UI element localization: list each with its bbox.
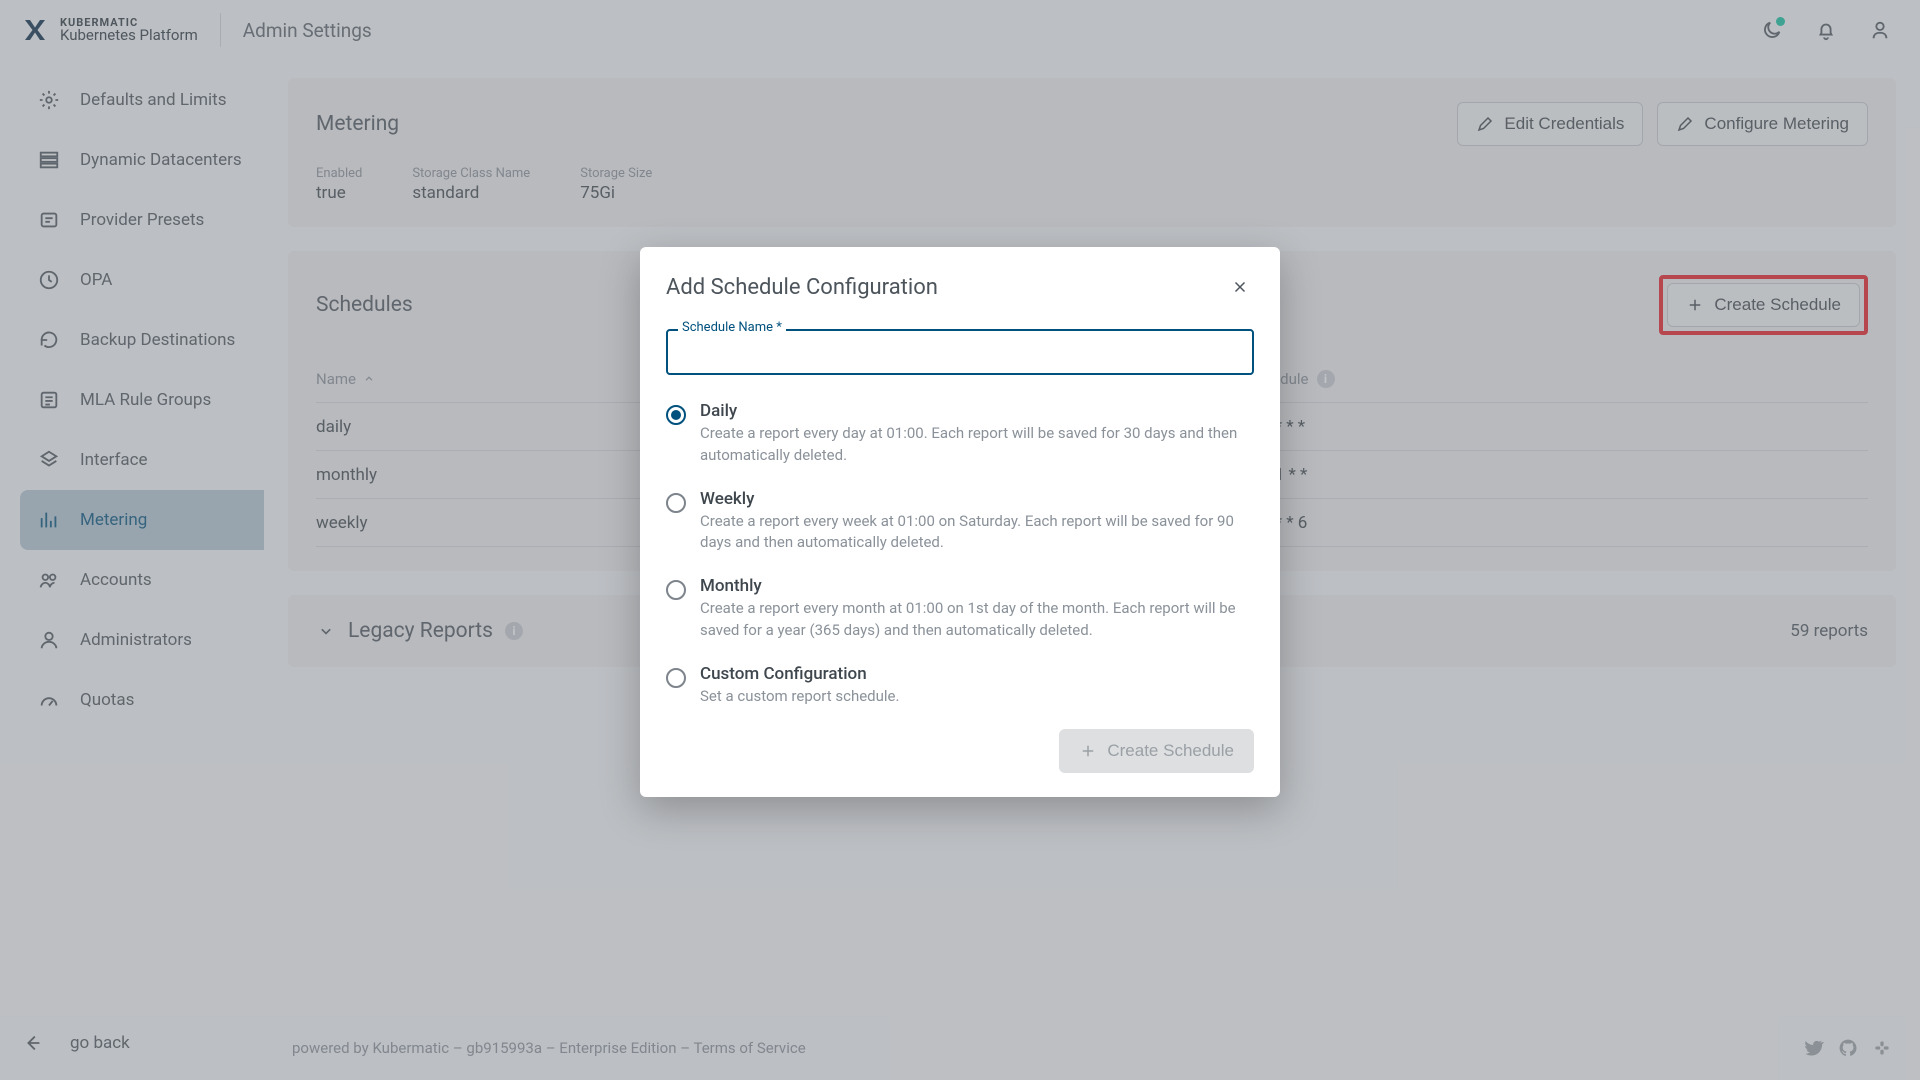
close-button[interactable] [1226, 273, 1254, 301]
radio-title: Custom Configuration [700, 664, 899, 684]
close-icon [1231, 278, 1249, 296]
radio-option-custom-configuration[interactable]: Custom Configuration Set a custom report… [666, 664, 1254, 708]
radio-icon[interactable] [666, 493, 686, 513]
modal-create-schedule-button[interactable]: Create Schedule [1059, 729, 1254, 773]
radio-title: Weekly [700, 489, 1254, 509]
radio-desc: Create a report every week at 01:00 on S… [700, 511, 1254, 555]
radio-icon[interactable] [666, 405, 686, 425]
schedule-name-input[interactable] [666, 329, 1254, 375]
radio-icon[interactable] [666, 668, 686, 688]
radio-desc: Set a custom report schedule. [700, 686, 899, 708]
radio-option-weekly[interactable]: Weekly Create a report every week at 01:… [666, 489, 1254, 555]
radio-option-monthly[interactable]: Monthly Create a report every month at 0… [666, 576, 1254, 642]
schedule-name-field: Schedule Name * [666, 329, 1254, 375]
radio-desc: Create a report every day at 01:00. Each… [700, 423, 1254, 467]
modal-scrim[interactable]: Add Schedule Configuration Schedule Name… [0, 0, 1920, 1080]
radio-desc: Create a report every month at 01:00 on … [700, 598, 1254, 642]
radio-title: Daily [700, 401, 1254, 421]
radio-title: Monthly [700, 576, 1254, 596]
radio-option-daily[interactable]: Daily Create a report every day at 01:00… [666, 401, 1254, 467]
plus-icon [1079, 742, 1097, 760]
add-schedule-modal: Add Schedule Configuration Schedule Name… [640, 247, 1280, 797]
modal-title: Add Schedule Configuration [666, 275, 938, 300]
radio-icon[interactable] [666, 580, 686, 600]
